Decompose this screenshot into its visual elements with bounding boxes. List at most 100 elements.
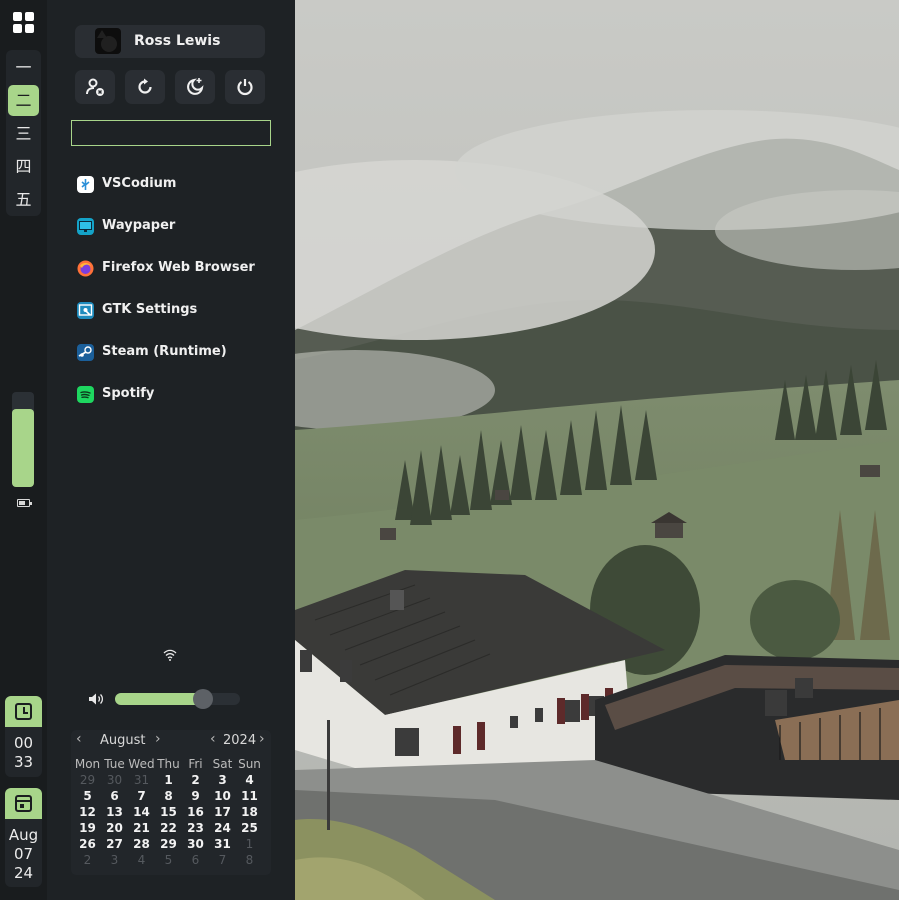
spotify-icon: [77, 386, 94, 403]
search-input[interactable]: [71, 120, 271, 146]
battery-icon: [17, 499, 32, 507]
workspace-1[interactable]: 一: [8, 52, 39, 83]
calendar-day[interactable]: 1: [155, 772, 182, 788]
calendar-day[interactable]: 12: [74, 804, 101, 820]
weekday-header: Fri: [188, 757, 203, 771]
workspace-4[interactable]: 四: [8, 151, 39, 182]
calendar-day[interactable]: 4: [128, 852, 155, 868]
weekday-header: Thu: [157, 757, 180, 771]
calendar-day[interactable]: 5: [155, 852, 182, 868]
calendar-day[interactable]: 1: [236, 836, 263, 852]
calendar-day[interactable]: 18: [236, 804, 263, 820]
clock-widget[interactable]: 00 33: [5, 696, 42, 777]
calendar-day[interactable]: 27: [101, 836, 128, 852]
calendar-day[interactable]: 2: [74, 852, 101, 868]
calendar-day[interactable]: 8: [155, 788, 182, 804]
app-item-firefox[interactable]: Firefox Web Browser: [77, 256, 277, 280]
weekday-header: Wed: [128, 757, 155, 771]
volume-slider-fill: [115, 693, 203, 705]
vscodium-icon: [77, 176, 94, 193]
desktop-wallpaper: [295, 0, 899, 900]
calendar-day[interactable]: 6: [101, 788, 128, 804]
calendar-day[interactable]: 11: [236, 788, 263, 804]
date-day: 07: [13, 845, 34, 863]
calendar-day[interactable]: 15: [155, 804, 182, 820]
calendar-day[interactable]: 31: [209, 836, 236, 852]
next-month-button[interactable]: ›: [155, 731, 161, 747]
gtk-settings-icon: [77, 302, 94, 319]
calendar-day[interactable]: 23: [182, 820, 209, 836]
app-item-steam[interactable]: Steam (Runtime): [77, 340, 277, 364]
reboot-icon: [138, 78, 152, 94]
clock-hour: 00: [13, 734, 34, 752]
calendar-day[interactable]: 29: [74, 772, 101, 788]
control-panel: Ross Lewis VSCodium Waypaper Firefox Web…: [47, 0, 295, 900]
workspace-2[interactable]: 二: [8, 85, 39, 116]
app-item-vscodium[interactable]: VSCodium: [77, 172, 277, 196]
next-year-button[interactable]: ›: [259, 731, 265, 747]
app-item-waypaper[interactable]: Waypaper: [77, 214, 277, 238]
reboot-button[interactable]: [125, 70, 165, 104]
firefox-icon: [77, 260, 94, 277]
calendar-day[interactable]: 24: [209, 820, 236, 836]
calendar-day[interactable]: 19: [74, 820, 101, 836]
app-label: Steam (Runtime): [102, 344, 227, 359]
calendar-day[interactable]: 13: [101, 804, 128, 820]
calendar-day[interactable]: 21: [128, 820, 155, 836]
app-label: Spotify: [102, 386, 155, 401]
calendar-day[interactable]: 31: [128, 772, 155, 788]
wifi-icon[interactable]: [163, 648, 177, 662]
weekday-header: Mon: [74, 757, 101, 771]
app-item-gtk-settings[interactable]: GTK Settings: [77, 298, 277, 322]
calendar-day[interactable]: 7: [128, 788, 155, 804]
calendar-day[interactable]: 6: [182, 852, 209, 868]
brightness-slider[interactable]: [12, 392, 34, 487]
volume-icon[interactable]: [88, 692, 104, 706]
prev-year-button[interactable]: ‹: [210, 731, 216, 747]
calendar-day[interactable]: 16: [182, 804, 209, 820]
logout-icon: [86, 78, 104, 96]
suspend-icon: [187, 78, 204, 95]
calendar-day[interactable]: 14: [128, 804, 155, 820]
prev-month-button[interactable]: ‹: [76, 731, 82, 747]
clock-minute: 33: [13, 753, 34, 771]
calendar-day[interactable]: 20: [101, 820, 128, 836]
calendar-day[interactable]: 3: [101, 852, 128, 868]
calendar-day[interactable]: 9: [182, 788, 209, 804]
date-widget[interactable]: Aug 07 24: [5, 788, 42, 887]
app-grid-icon[interactable]: [13, 12, 34, 33]
calendar-icon: [15, 795, 32, 812]
calendar-day[interactable]: 3: [209, 772, 236, 788]
user-card[interactable]: Ross Lewis: [75, 25, 265, 58]
steam-icon: [77, 344, 94, 361]
calendar-day[interactable]: 22: [155, 820, 182, 836]
suspend-button[interactable]: [175, 70, 215, 104]
calendar-day[interactable]: 8: [236, 852, 263, 868]
shutdown-button[interactable]: [225, 70, 265, 104]
workspace-5[interactable]: 五: [8, 184, 39, 215]
app-item-spotify[interactable]: Spotify: [77, 382, 277, 406]
volume-slider[interactable]: [115, 689, 240, 709]
shutdown-icon: [237, 79, 253, 96]
calendar-day[interactable]: 17: [209, 804, 236, 820]
calendar-day[interactable]: 30: [101, 772, 128, 788]
calendar-year: 2024: [223, 733, 257, 748]
calendar-day[interactable]: 26: [74, 836, 101, 852]
app-label: VSCodium: [102, 176, 177, 191]
calendar-grid: Mon Tue Wed Thu Fri Sat Sun 29 30 31 1 2 3 4 5 6 7 8 9 10 11…: [74, 756, 268, 868]
logout-button[interactable]: [75, 70, 115, 104]
calendar-day[interactable]: 4: [236, 772, 263, 788]
left-bar: 一 二 三 四 五 00 33 Aug 07 24: [0, 0, 47, 900]
calendar-day[interactable]: 29: [155, 836, 182, 852]
workspace-3[interactable]: 三: [8, 118, 39, 149]
volume-slider-knob[interactable]: [193, 689, 213, 709]
calendar-day[interactable]: 2: [182, 772, 209, 788]
calendar-day[interactable]: 5: [74, 788, 101, 804]
brightness-slider-fill: [12, 409, 34, 487]
calendar-day[interactable]: 10: [209, 788, 236, 804]
calendar-day[interactable]: 7: [209, 852, 236, 868]
calendar-day[interactable]: 30: [182, 836, 209, 852]
calendar-day[interactable]: 25: [236, 820, 263, 836]
date-month: Aug: [8, 826, 39, 844]
calendar-day[interactable]: 28: [128, 836, 155, 852]
